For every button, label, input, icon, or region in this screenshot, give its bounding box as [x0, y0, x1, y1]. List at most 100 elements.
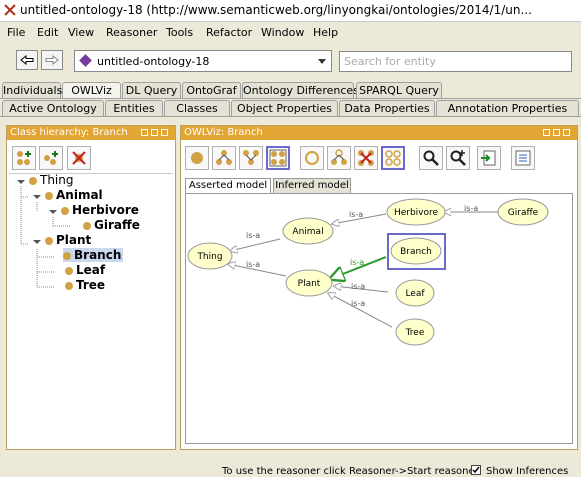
ontology-selector[interactable]: untitled-ontology-18 [74, 50, 332, 72]
menu-help[interactable]: Help [313, 26, 338, 39]
node-thing[interactable]: Thing [187, 242, 233, 270]
tree-item-plant[interactable]: Plant [45, 233, 91, 247]
node-giraffe[interactable]: Giraffe [497, 198, 549, 226]
add-sibling-button[interactable] [39, 146, 63, 170]
tab-object-properties[interactable]: Object Properties [231, 100, 338, 116]
tree-item-label: Branch [74, 248, 122, 262]
delete-class-button[interactable] [67, 146, 91, 170]
show-class-button[interactable] [185, 146, 209, 170]
tab-classes[interactable]: Classes [164, 100, 230, 116]
ontology-selected-label: untitled-ontology-18 [97, 55, 210, 68]
zoom-out-button[interactable] [419, 146, 443, 170]
tree-item-herbivore[interactable]: Herbivore [61, 203, 139, 217]
arrow-right-icon [45, 55, 59, 65]
menu-bar: File Edit View Reasoner Tools Refactor W… [0, 22, 581, 42]
class-icon [63, 252, 71, 260]
back-button[interactable] [16, 50, 38, 70]
node-plant[interactable]: Plant [285, 269, 333, 297]
node-label: Plant [298, 279, 321, 289]
zoom-out-icon [423, 150, 439, 166]
panel-close-icon[interactable] [161, 129, 168, 136]
tree-item-label: Giraffe [94, 218, 140, 232]
edge-label: is-a [350, 258, 364, 267]
tab-ontology-differences[interactable]: Ontology Differences [242, 82, 359, 98]
tree-item-branch[interactable]: Branch [63, 248, 124, 262]
list-options-icon [515, 150, 531, 166]
node-branch[interactable]: Branch [390, 237, 442, 265]
forward-button[interactable] [41, 50, 63, 70]
tab-data-properties[interactable]: Data Properties [339, 100, 435, 116]
panel-restore-icon[interactable] [151, 129, 158, 136]
tab-individuals[interactable]: Individuals [2, 82, 62, 98]
options-button[interactable] [511, 146, 535, 170]
tree-item-thing[interactable]: Thing [29, 173, 74, 187]
tab-entities[interactable]: Entities [105, 100, 163, 116]
node-leaf[interactable]: Leaf [395, 279, 435, 307]
edge-label: is-a [351, 299, 365, 308]
class-icon [65, 267, 73, 275]
node-animal[interactable]: Animal [282, 217, 334, 245]
export-icon [481, 150, 496, 166]
tab-sparql-query[interactable]: SPARQL Query [356, 82, 442, 98]
panel-minimize-icon[interactable] [543, 129, 550, 136]
tree-item-label: Thing [40, 173, 74, 187]
tab-active-ontology[interactable]: Active Ontology [2, 100, 104, 116]
hide-selected-button[interactable] [354, 146, 378, 170]
export-image-button[interactable] [477, 146, 501, 170]
edge-label: is-a [246, 260, 260, 269]
show-inferences-checkbox[interactable] [471, 465, 481, 475]
graph-canvas[interactable]: is-a is-a is-a is-a is-a is-a is-a Thing… [185, 193, 573, 444]
panel-title: Class hierarchy: Branch [10, 127, 128, 138]
tree-item-animal[interactable]: Animal [45, 188, 103, 202]
panel-minimize-icon[interactable] [141, 129, 148, 136]
class-icon [61, 207, 69, 215]
edge-animal-thing [230, 238, 281, 251]
show-inferences-label: Show Inferences [486, 466, 569, 477]
panel-header: Class hierarchy: Branch [7, 126, 175, 140]
menu-refactor[interactable]: Refactor [206, 26, 252, 39]
menu-tools[interactable]: Tools [166, 26, 193, 39]
tab-inferred-model[interactable]: Inferred model [273, 178, 351, 193]
tab-ontograf[interactable]: OntoGraf [182, 82, 241, 98]
add-subclass-button[interactable] [12, 146, 36, 170]
tab-owlviz[interactable]: OWLViz [62, 82, 121, 98]
tab-annotation-properties[interactable]: Annotation Properties [436, 100, 579, 116]
hide-all-classes-button[interactable] [381, 146, 405, 170]
tab-dl-query[interactable]: DL Query [122, 82, 181, 98]
menu-view[interactable]: View [68, 26, 94, 39]
panel-title: OWLViz: Branch [184, 127, 263, 138]
class-icon [65, 282, 73, 290]
status-bar: To use the reasoner click Reasoner->Star… [0, 463, 581, 477]
tree-item-giraffe[interactable]: Giraffe [83, 218, 140, 232]
subclasses-icon [216, 150, 232, 165]
class-icon [45, 237, 53, 245]
chevron-down-icon [318, 59, 326, 64]
node-label: Animal [292, 227, 323, 237]
tree-item-label: Plant [56, 233, 92, 247]
menu-reasoner[interactable]: Reasoner [106, 26, 157, 39]
menu-window[interactable]: Window [261, 26, 304, 39]
tree-item-label: Herbivore [72, 203, 139, 217]
search-input[interactable] [339, 51, 572, 72]
tree-item-label: Animal [56, 188, 103, 202]
show-superclasses-button[interactable] [239, 146, 263, 170]
tree-item-tree[interactable]: Tree [65, 278, 105, 292]
edge-label: is-a [464, 204, 478, 213]
panel-close-icon[interactable] [563, 129, 570, 136]
hide-subclasses-button[interactable] [327, 146, 351, 170]
hide-all-icon [385, 150, 401, 166]
zoom-in-button[interactable] [446, 146, 470, 170]
node-tree[interactable]: Tree [395, 318, 435, 346]
node-herbivore[interactable]: Herbivore [386, 198, 446, 226]
menu-edit[interactable]: Edit [37, 26, 58, 39]
panel-header: OWLViz: Branch [181, 126, 577, 140]
show-all-classes-button[interactable] [266, 146, 290, 170]
panel-restore-icon[interactable] [553, 129, 560, 136]
menu-file[interactable]: File [7, 26, 25, 39]
tree-item-leaf[interactable]: Leaf [65, 263, 105, 277]
hide-class-button[interactable] [300, 146, 324, 170]
class-icon [83, 222, 91, 230]
show-subclasses-button[interactable] [212, 146, 236, 170]
edge-label: is-a [246, 231, 260, 240]
tab-asserted-model[interactable]: Asserted model [185, 178, 271, 193]
